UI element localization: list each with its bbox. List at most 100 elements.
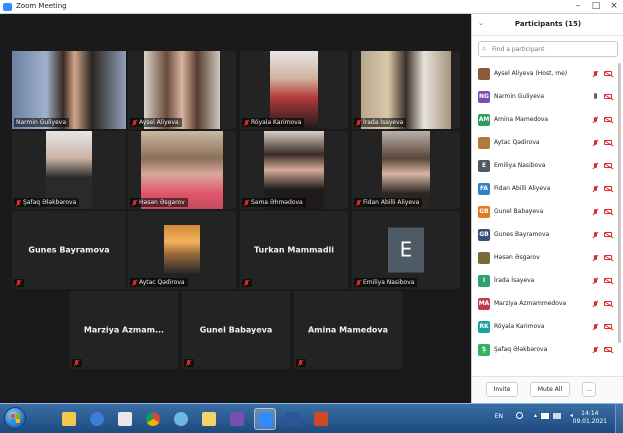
participant-name: Narmin Guliyeva xyxy=(494,93,545,100)
camera-off-icon[interactable] xyxy=(604,209,612,214)
taskbar-file-explorer[interactable] xyxy=(58,408,80,430)
participant-name-tag xyxy=(242,279,252,287)
camera-off-icon[interactable] xyxy=(604,347,612,352)
taskbar-chrome[interactable] xyxy=(142,408,164,430)
participant-row[interactable]: AM Amina Mamedova xyxy=(472,109,618,132)
taskbar-app[interactable] xyxy=(170,408,192,430)
camera-off-icon[interactable] xyxy=(604,163,612,168)
participant-list: Aysel Aliyeva (Host, me) NG Narmin Guliyev… xyxy=(472,63,618,362)
help-icon[interactable] xyxy=(516,412,523,419)
video-tile[interactable]: Fidan Abilli Aliyeva xyxy=(352,131,460,209)
mic-muted-icon[interactable] xyxy=(593,140,598,146)
video-tile[interactable]: Səma Əhmədova xyxy=(240,131,348,209)
language-indicator[interactable]: EN xyxy=(495,413,503,420)
video-tile[interactable]: Turkan Mammadli xyxy=(240,211,348,289)
mic-muted-icon[interactable] xyxy=(593,255,598,261)
participant-row[interactable]: Aysel Aliyeva (Host, me) xyxy=(472,63,618,86)
participant-name-large: Marziya Azmam... xyxy=(83,325,165,335)
participant-avatar: GB xyxy=(478,206,490,218)
notes-icon xyxy=(118,412,132,426)
invite-button[interactable]: Invite xyxy=(486,382,518,397)
participant-row[interactable]: FA Fidan Abilli Aliyeva xyxy=(472,178,618,201)
mic-muted-icon[interactable] xyxy=(593,186,598,192)
participant-name-tag: Röyala Karimova xyxy=(242,118,305,127)
taskbar-word[interactable] xyxy=(282,408,304,430)
participant-row[interactable]: GB Gunes Bayramova xyxy=(472,224,618,247)
participant-row[interactable]: Həsən Əsgərov xyxy=(472,247,618,270)
camera-off-icon[interactable] xyxy=(604,255,612,260)
tray-arrow-icon[interactable]: ▴ xyxy=(534,412,537,419)
video-tile[interactable]: Aytac Qədirova xyxy=(128,211,236,289)
video-tile[interactable]: Aysel Aliyeva xyxy=(128,51,236,129)
mic-muted-icon[interactable] xyxy=(593,209,598,215)
participant-name: Marziya Azmammedova xyxy=(494,300,567,307)
camera-off-icon[interactable] xyxy=(604,301,612,306)
video-tile[interactable]: Narmin Guliyeva xyxy=(12,51,126,129)
screen: Zoom Meeting – □ × Narmin Guliyeva Aysel… xyxy=(0,0,623,433)
taskbar-powerpoint[interactable] xyxy=(310,408,332,430)
participant-row[interactable]: NG Narmin Guliyeva xyxy=(472,86,618,109)
mic-on-icon[interactable] xyxy=(594,93,597,99)
network-icon[interactable] xyxy=(541,413,549,419)
mic-muted-icon[interactable] xyxy=(593,232,598,238)
taskbar-app[interactable] xyxy=(226,408,248,430)
minimize-button[interactable]: – xyxy=(569,0,587,14)
mic-muted-icon xyxy=(132,199,137,206)
mic-muted-icon[interactable] xyxy=(593,301,598,307)
participant-row[interactable]: I İrada İsayeva xyxy=(472,270,618,293)
video-tile[interactable]: Şafaq Ələkbərova xyxy=(12,131,126,209)
camera-off-icon[interactable] xyxy=(604,140,612,145)
participant-row[interactable]: RK Röyala Karimova xyxy=(472,316,618,339)
video-tile[interactable]: E Emiliya Nasibova xyxy=(352,211,460,289)
camera-off-icon[interactable] xyxy=(604,232,612,237)
participant-row[interactable]: MA Marziya Azmammedova xyxy=(472,293,618,316)
camera-off-icon[interactable] xyxy=(604,324,612,329)
participant-avatar xyxy=(478,252,490,264)
taskbar-clock[interactable]: 14:14 09.01.2021 xyxy=(573,410,607,426)
camera-off-icon[interactable] xyxy=(604,278,612,283)
participant-row[interactable]: E Emiliya Nasibova xyxy=(472,155,618,178)
taskbar-media-player[interactable] xyxy=(86,408,108,430)
mute-all-button[interactable]: Mute All xyxy=(530,382,570,397)
video-tile[interactable]: Marziya Azmam... xyxy=(70,291,178,369)
video-tile[interactable]: Həsən Əsgərov xyxy=(128,131,236,209)
taskbar-zoom[interactable] xyxy=(254,408,276,430)
video-tile[interactable]: Röyala Karimova xyxy=(240,51,348,129)
participant-name-tag: Emiliya Nasibova xyxy=(354,278,418,287)
camera-off-icon[interactable] xyxy=(604,71,612,76)
participant-name-large: Amina Mamedova xyxy=(307,325,389,335)
camera-off-icon[interactable] xyxy=(604,186,612,191)
mic-muted-icon[interactable] xyxy=(593,347,598,353)
participant-name: Aytac Qədirova xyxy=(494,139,540,146)
battery-icon[interactable] xyxy=(553,413,561,419)
video-tile[interactable]: Gunel Babayeva xyxy=(182,291,290,369)
participant-name-tag: Həsən Əsgərov xyxy=(130,198,188,207)
mic-muted-icon[interactable] xyxy=(593,163,598,169)
taskbar-folder[interactable] xyxy=(198,408,220,430)
participant-row[interactable]: GB Gunel Babayeva xyxy=(472,201,618,224)
mic-muted-icon[interactable] xyxy=(593,278,598,284)
mic-muted-icon[interactable] xyxy=(593,117,598,123)
mic-muted-icon[interactable] xyxy=(593,324,598,330)
taskbar-notes[interactable] xyxy=(114,408,136,430)
participant-search-input[interactable] xyxy=(492,44,612,54)
participant-name: Aysel Aliyeva (Host, me) xyxy=(494,70,568,77)
video-tile[interactable]: Gunes Bayramova xyxy=(12,211,126,289)
start-button[interactable] xyxy=(4,407,26,429)
participant-list-scrollbar[interactable] xyxy=(618,63,621,343)
camera-off-icon[interactable] xyxy=(604,117,612,122)
video-tile[interactable]: İrada İsayeva xyxy=(352,51,460,129)
mic-muted-icon[interactable] xyxy=(593,71,598,77)
participant-search[interactable]: ⌕ xyxy=(478,41,618,57)
participant-name-tag: Aysel Aliyeva xyxy=(130,118,182,127)
close-button[interactable]: × xyxy=(605,0,623,14)
mic-muted-icon xyxy=(244,119,249,126)
show-desktop-button[interactable] xyxy=(615,404,623,433)
camera-off-icon[interactable] xyxy=(604,94,612,99)
maximize-button[interactable]: □ xyxy=(587,0,605,14)
participants-title: Participants (15) xyxy=(514,20,582,28)
participant-row[interactable]: Ş Şafaq Ələkbərova xyxy=(472,339,618,362)
participant-row[interactable]: Aytac Qədirova xyxy=(472,132,618,155)
more-button[interactable]: ... xyxy=(582,382,596,397)
video-tile[interactable]: Amina Mamedova xyxy=(294,291,402,369)
